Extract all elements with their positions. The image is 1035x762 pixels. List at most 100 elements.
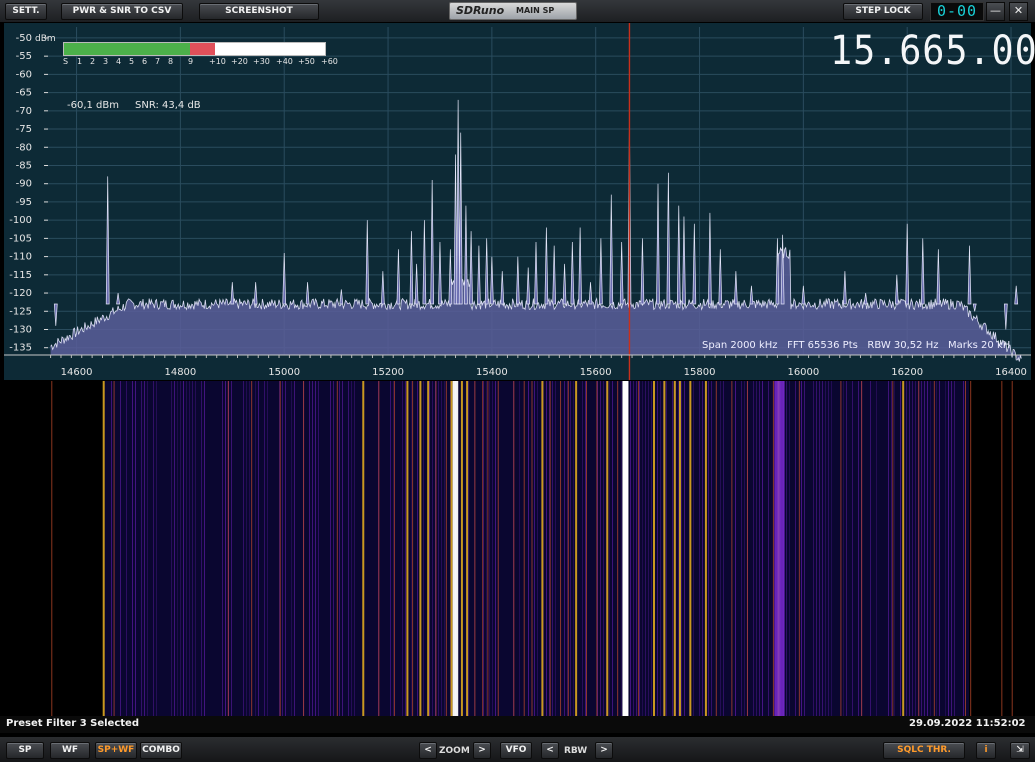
waterfall-noise-line — [186, 381, 187, 716]
y-tick-label: -110 — [9, 252, 32, 263]
waterfall-noise-line — [489, 381, 490, 716]
snr-readout: SNR: 43,4 dB — [135, 100, 201, 111]
window-title: MAIN SP — [516, 6, 555, 15]
waterfall-plot[interactable] — [4, 381, 1031, 716]
rbw-down-button[interactable]: < — [541, 742, 559, 759]
waterfall-noise-line — [702, 381, 703, 716]
waterfall-noise-line — [945, 381, 946, 716]
waterfall-signal-line — [412, 381, 414, 716]
waterfall-noise-line — [291, 381, 292, 716]
waterfall-noise-line — [177, 381, 178, 716]
zoom-out-button[interactable]: < — [419, 742, 437, 759]
vfo-button[interactable]: VFO — [500, 742, 532, 759]
info-button[interactable]: i — [976, 742, 996, 759]
spectrum-peak — [775, 238, 780, 305]
waterfall-noise-line — [144, 381, 145, 716]
waterfall-signal-line — [455, 381, 459, 716]
waterfall-noise-line — [744, 381, 745, 716]
waterfall-noise-line — [564, 381, 565, 716]
step-lock-button[interactable]: STEP LOCK — [843, 3, 923, 20]
waterfall-noise-line — [846, 381, 847, 716]
spectrum-peak — [708, 212, 712, 305]
waterfall-noise-line — [609, 381, 610, 716]
settings-button[interactable]: SETT. — [5, 3, 47, 20]
waterfall-signal-line — [406, 381, 409, 716]
waterfall-noise-line — [651, 381, 652, 716]
spectrum-peak — [780, 234, 785, 305]
signal-meter — [63, 42, 326, 56]
frequency-display[interactable]: 15.665.000 — [830, 29, 1035, 73]
spectrum-peak — [544, 227, 549, 305]
waterfall-signal-line — [560, 381, 562, 716]
waterfall-signal-line — [772, 381, 774, 716]
wf-mode-button[interactable]: WF — [50, 742, 90, 759]
meter-scale-label: 6 — [142, 57, 148, 66]
waterfall-signal-line — [586, 381, 588, 716]
waterfall-noise-line — [870, 381, 871, 716]
waterfall-noise-line — [633, 381, 634, 716]
spectrum-peak — [477, 245, 481, 305]
meter-scale-label: 1 — [77, 57, 83, 66]
close-icon[interactable]: ✕ — [1009, 2, 1028, 21]
waterfall-noise-line — [825, 381, 826, 716]
rbw-up-button[interactable]: > — [595, 742, 613, 759]
spectrum-peak — [1014, 285, 1019, 305]
waterfall-signal-line — [892, 381, 894, 716]
pwr-snr-csv-button[interactable]: PWR & SNR TO CSV — [61, 3, 183, 20]
waterfall-noise-line — [756, 381, 757, 716]
waterfall-noise-line — [648, 381, 649, 716]
waterfall-noise-line — [813, 381, 814, 716]
sqlc-threshold-button[interactable]: SQLC THR. — [883, 742, 965, 759]
waterfall-display[interactable] — [4, 381, 1031, 716]
spectrum-peak — [619, 242, 624, 305]
waterfall-signal-line — [964, 381, 966, 716]
spwf-mode-button[interactable]: SP+WF — [95, 742, 137, 759]
zoom-in-button[interactable]: > — [473, 742, 491, 759]
waterfall-noise-line — [258, 381, 259, 716]
waterfall-noise-line — [789, 381, 790, 716]
waterfall-noise-line — [180, 381, 181, 716]
waterfall-noise-line — [921, 381, 922, 716]
spectrum-plot[interactable]: -50 -55 -60 -65 -70 -75 -80 -85 -90 -95 -100 -105 -1… — [4, 23, 1031, 380]
signal-meter-green — [64, 43, 190, 55]
waterfall-signal-line — [918, 381, 920, 716]
resize-icon[interactable]: ⇲ — [1010, 742, 1030, 759]
status-datetime: 29.09.2022 11:52:02 — [909, 718, 1026, 729]
waterfall-noise-line — [684, 381, 685, 716]
waterfall-noise-line — [393, 381, 394, 716]
waterfall-noise-line — [786, 381, 787, 716]
waterfall-noise-line — [195, 381, 196, 716]
spectrum-peak — [894, 274, 899, 305]
waterfall-signal-line — [452, 381, 456, 716]
waterfall-band — [774, 381, 785, 716]
level-readout: -60,1 dBm — [67, 100, 120, 111]
waterfall-noise-line — [264, 381, 265, 716]
sp-mode-button[interactable]: SP — [6, 742, 44, 759]
spectrum-peak — [422, 220, 427, 305]
waterfall-signal-line — [567, 381, 569, 716]
waterfall-noise-line — [135, 381, 136, 716]
waterfall-noise-line — [444, 381, 445, 716]
screenshot-button[interactable]: SCREENSHOT — [199, 3, 319, 20]
combo-mode-button[interactable]: COMBO — [140, 742, 182, 759]
spectrum-peak — [438, 242, 442, 305]
spectrum-peak — [339, 289, 344, 305]
waterfall-signal-line — [653, 381, 655, 716]
minimize-icon[interactable]: — — [986, 2, 1005, 21]
waterfall-noise-line — [225, 381, 226, 716]
waterfall-noise-line — [888, 381, 889, 716]
waterfall-noise-line — [573, 381, 574, 716]
waterfall-signal-line — [704, 381, 707, 716]
waterfall-noise-line — [891, 381, 892, 716]
spectrum-peak — [640, 238, 645, 305]
x-tick-label: 16200 — [891, 367, 923, 378]
spectrum-peak — [801, 285, 806, 305]
spectrum-peak — [430, 180, 435, 305]
waterfall-noise-line — [285, 381, 286, 716]
spectrum-display[interactable]: -50 -55 -60 -65 -70 -75 -80 -85 -90 -95 -100 -105 -1… — [4, 23, 1035, 380]
waterfall-noise-line — [330, 381, 331, 716]
meter-scale-label: 5 — [129, 57, 135, 66]
waterfall-noise-line — [639, 381, 640, 716]
waterfall-signal-line — [840, 381, 842, 716]
waterfall-signal-line — [419, 381, 422, 716]
